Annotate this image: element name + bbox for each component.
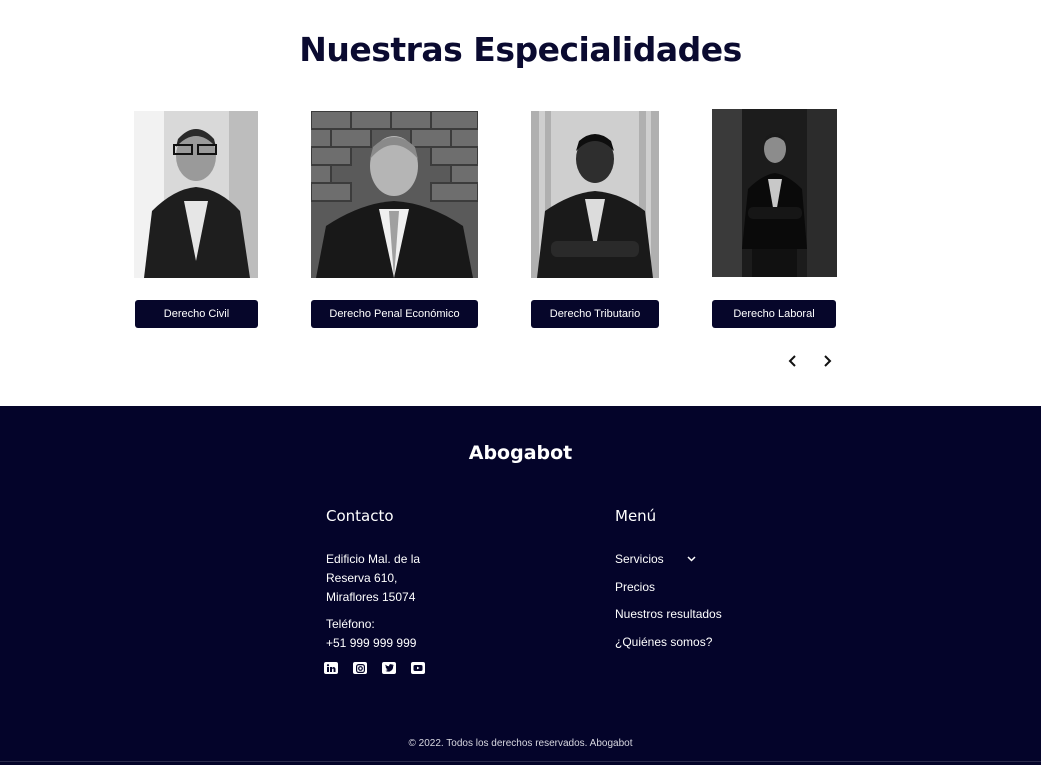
address-line-1: Edificio Mal. de la bbox=[326, 552, 421, 566]
twitter-link[interactable] bbox=[382, 662, 396, 674]
instagram-icon bbox=[355, 663, 365, 673]
linkedin-link[interactable] bbox=[324, 662, 338, 674]
lawyer-photo bbox=[311, 111, 478, 278]
derecho-civil-button[interactable]: Derecho Civil bbox=[135, 300, 258, 328]
menu-item-nuestros-resultados[interactable]: Nuestros resultados bbox=[615, 607, 722, 621]
lawyer-photo bbox=[712, 109, 837, 277]
menu-item-quienes-somos[interactable]: ¿Quiénes somos? bbox=[615, 635, 712, 649]
chevron-left-icon bbox=[788, 355, 796, 367]
copyright-text: © 2022. Todos los derechos reservados. A… bbox=[408, 738, 633, 749]
menu-title: Menú bbox=[615, 507, 657, 525]
linkedin-icon bbox=[326, 664, 336, 672]
twitter-icon bbox=[384, 664, 394, 672]
phone-label: Teléfono: bbox=[326, 617, 375, 631]
derecho-penal-economico-button[interactable]: Derecho Penal Económico bbox=[311, 300, 478, 328]
instagram-link[interactable] bbox=[353, 662, 367, 674]
youtube-icon bbox=[413, 665, 423, 671]
contact-title: Contacto bbox=[326, 507, 394, 525]
chevron-right-icon bbox=[824, 355, 832, 367]
youtube-link[interactable] bbox=[411, 662, 425, 674]
derecho-tributario-button[interactable]: Derecho Tributario bbox=[531, 300, 659, 328]
footer-divider bbox=[0, 761, 1041, 762]
menu-item-precios[interactable]: Precios bbox=[615, 580, 655, 594]
menu-item-servicios[interactable]: Servicios bbox=[615, 552, 664, 566]
lawyer-photo bbox=[531, 111, 659, 278]
address-line-3: Miraflores 15074 bbox=[326, 590, 416, 604]
page-title: Nuestras Especialidades bbox=[299, 30, 742, 69]
site-footer: Abogabot Contacto Edificio Mal. de la Re… bbox=[0, 406, 1041, 765]
chevron-down-icon[interactable] bbox=[687, 556, 696, 562]
footer-brand: Abogabot bbox=[468, 442, 573, 464]
carousel-prev-button[interactable] bbox=[782, 350, 804, 372]
address-line-2: Reserva 610, bbox=[326, 571, 398, 585]
carousel-next-button[interactable] bbox=[816, 350, 838, 372]
phone-number: +51 999 999 999 bbox=[326, 636, 417, 650]
derecho-laboral-button[interactable]: Derecho Laboral bbox=[712, 300, 836, 328]
lawyer-photo bbox=[134, 111, 258, 278]
